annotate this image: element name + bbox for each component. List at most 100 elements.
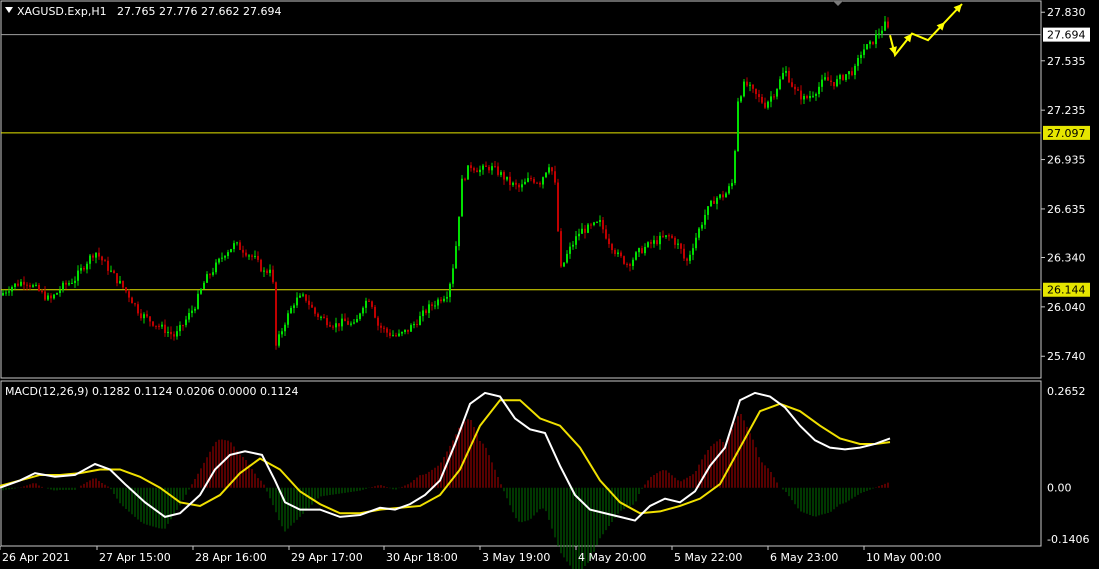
candle-body <box>851 71 853 76</box>
candle-body <box>839 75 841 80</box>
price-tick-label: 27.235 <box>1047 104 1086 117</box>
candle-body <box>518 184 520 188</box>
candle-body <box>53 294 55 299</box>
candle-body <box>362 307 364 314</box>
candle-body <box>269 269 271 273</box>
candle-body <box>254 255 256 257</box>
candle-body <box>107 260 109 271</box>
level-tag-upper: 27.097 <box>1047 127 1086 140</box>
candle-body <box>671 235 673 238</box>
candle-body <box>338 323 340 327</box>
candle-body <box>794 86 796 90</box>
candle-body <box>215 262 217 273</box>
candle-body <box>62 282 64 291</box>
candle-body <box>854 65 856 76</box>
price-tick-label: 26.040 <box>1047 301 1086 314</box>
candle-body <box>86 263 88 270</box>
candle-body <box>704 214 706 225</box>
candle-body <box>203 282 205 289</box>
candle-body <box>770 96 772 102</box>
candle-body <box>47 295 49 300</box>
candle-body <box>281 331 283 335</box>
candle-body <box>689 254 691 261</box>
candle-body <box>347 321 349 325</box>
ohlc-readout: 27.765 27.776 27.662 27.694 <box>117 5 281 18</box>
candle-body <box>581 228 583 234</box>
candle-body <box>359 313 361 320</box>
candle-body <box>515 182 517 185</box>
candle-body <box>884 21 886 31</box>
candle-body <box>461 178 463 217</box>
candle-body <box>350 323 352 325</box>
candle-body <box>758 94 760 98</box>
candle-body <box>677 243 679 245</box>
candle-body <box>200 288 202 294</box>
price-tick-label: 26.340 <box>1047 251 1086 264</box>
price-tick-label: 27.535 <box>1047 55 1086 68</box>
candle-body <box>569 246 571 254</box>
candle-body <box>65 282 67 285</box>
candle-body <box>335 323 337 328</box>
candle-body <box>395 335 397 337</box>
macd-tick-label: 0.00 <box>1047 482 1072 495</box>
candle-body <box>482 165 484 170</box>
candle-body <box>8 291 10 293</box>
candle-body <box>386 328 388 333</box>
candle-body <box>212 272 214 275</box>
candle-body <box>80 267 82 271</box>
candle-body <box>437 299 439 306</box>
candle-body <box>464 178 466 180</box>
candle-body <box>440 299 442 302</box>
candle-body <box>506 176 508 180</box>
candle-body <box>641 248 643 254</box>
symbol-label: XAGUSD.Exp,H1 <box>17 5 107 18</box>
candle-body <box>557 182 559 232</box>
candle-body <box>635 252 637 260</box>
candle-body <box>263 270 265 272</box>
candle-body <box>866 44 868 50</box>
candle-body <box>467 165 469 180</box>
current-price-tag: 27.694 <box>1047 29 1086 42</box>
candle-body <box>293 305 295 308</box>
candle-body <box>863 49 865 55</box>
candle-body <box>260 259 262 272</box>
candle-body <box>239 242 241 250</box>
candle-body <box>149 316 151 322</box>
candle-body <box>344 318 346 322</box>
candle-body <box>656 240 658 245</box>
candle-body <box>59 290 61 294</box>
candle-body <box>779 79 781 90</box>
candle-body <box>617 252 619 255</box>
candle-body <box>389 332 391 336</box>
candle-body <box>68 283 70 285</box>
candle-body <box>812 95 814 97</box>
candle-body <box>761 97 763 103</box>
candle-body <box>452 268 454 284</box>
candle-body <box>305 294 307 301</box>
candle-body <box>167 331 169 334</box>
candle-body <box>413 324 415 326</box>
candle-body <box>272 269 274 283</box>
macd-header: MACD(12,26,9) 0.1282 0.1124 0.0206 0.000… <box>5 385 298 398</box>
candle-body <box>860 54 862 59</box>
candle-body <box>296 297 298 306</box>
candle-body <box>590 224 592 226</box>
candle-body <box>575 236 577 245</box>
candle-body <box>614 250 616 255</box>
candle-body <box>404 329 406 332</box>
candle-body <box>71 282 73 284</box>
candle-body <box>836 79 838 87</box>
candle-body <box>503 172 505 180</box>
candle-body <box>470 165 472 169</box>
candle-body <box>122 280 124 288</box>
candle-body <box>398 333 400 336</box>
candle-body <box>455 246 457 269</box>
candle-body <box>152 321 154 326</box>
candle-body <box>245 252 247 256</box>
candle-body <box>353 322 355 324</box>
candle-body <box>692 248 694 255</box>
candle-body <box>488 166 490 171</box>
candle-body <box>419 316 421 326</box>
candle-body <box>248 255 250 257</box>
candle-body <box>38 284 40 291</box>
